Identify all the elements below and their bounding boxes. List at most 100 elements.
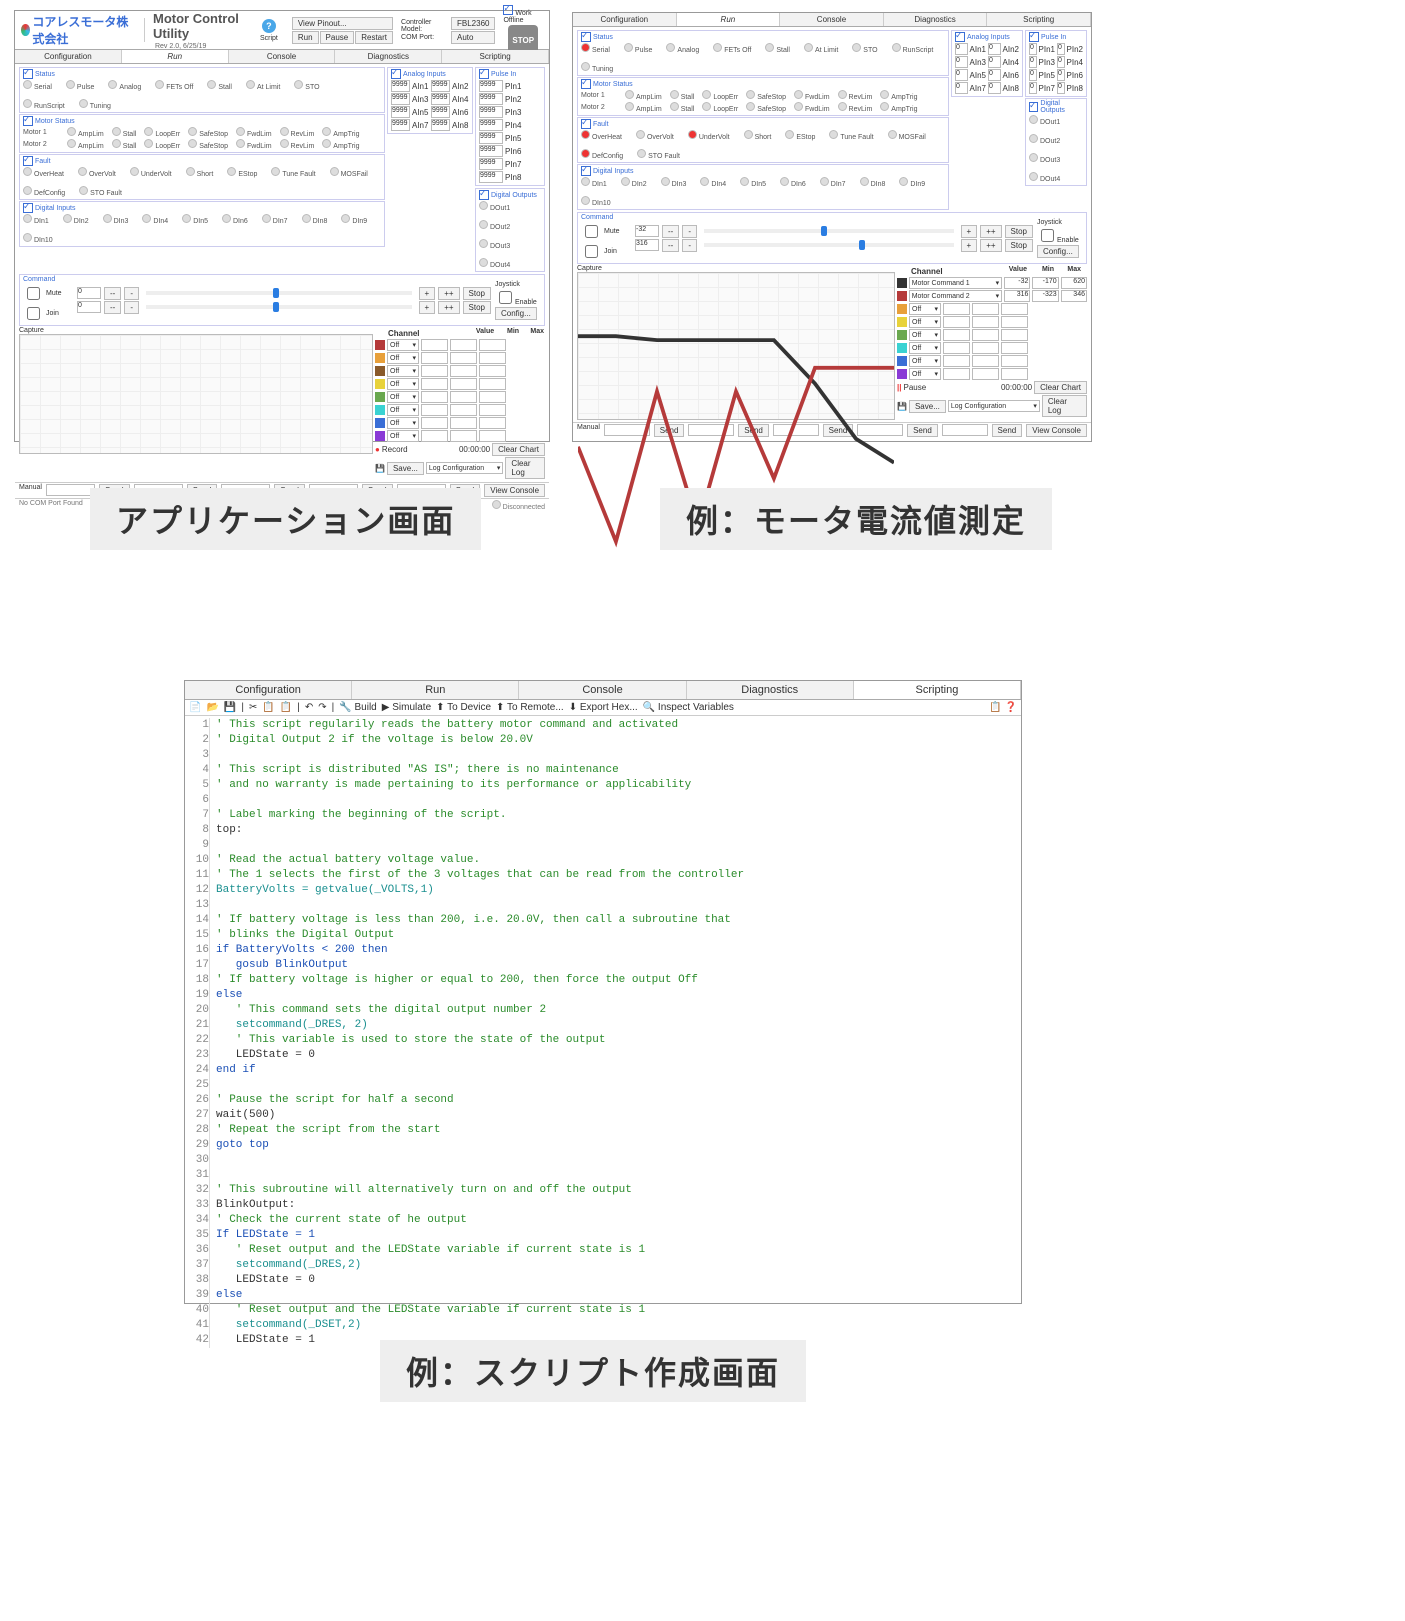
channel-row: Motor Command 2 ▾316-323346 — [897, 290, 1087, 302]
restart-button[interactable]: Restart — [355, 31, 393, 44]
code-editor[interactable]: 1' This script regularily reads the batt… — [185, 716, 1021, 1350]
cmd2-minus[interactable]: - — [124, 301, 139, 314]
script-toolbar: 📄 📂 💾 | ✂ 📋 📋 | ↶ ↷ | 🔧 Build ▶ Simulate… — [185, 700, 1021, 716]
script-tab-console[interactable]: Console — [519, 681, 686, 699]
led-analog: Analog — [666, 43, 699, 54]
led-din2: DIn2 — [63, 214, 89, 225]
cut-icon[interactable]: ✂ — [249, 702, 257, 713]
led-sto: STO — [294, 80, 319, 91]
tab-console-r[interactable]: Console — [780, 13, 884, 26]
build-button[interactable]: 🔧 Build — [339, 702, 376, 713]
clear-chart-button-r[interactable]: Clear Chart — [1034, 381, 1087, 394]
controller-model-select[interactable]: FBL2360 — [451, 17, 495, 30]
view-console-button[interactable]: View Console — [484, 484, 545, 497]
save-button-r[interactable]: Save... — [909, 400, 946, 413]
joystick-enable-r[interactable] — [1041, 229, 1054, 242]
script-tab-diagnostics[interactable]: Diagnostics — [687, 681, 854, 699]
com-port-select[interactable]: Auto — [451, 31, 495, 44]
led-tune fault: Tune Fault — [271, 167, 315, 178]
inspect-vars-button[interactable]: 🔍 Inspect Variables — [643, 702, 734, 713]
caption-right: 例：モータ電流値測定 — [660, 488, 1052, 550]
joystick-enable[interactable] — [499, 291, 512, 304]
join-checkbox[interactable] — [27, 307, 40, 320]
led-overheat: OverHeat — [23, 167, 64, 178]
save-icon[interactable]: 💾 — [224, 702, 236, 713]
led-din2: DIn2 — [621, 177, 647, 188]
script-tab-configuration[interactable]: Configuration — [185, 681, 352, 699]
cmd2-stop-r[interactable]: Stop — [1005, 239, 1033, 252]
cmd2-stop[interactable]: Stop — [463, 301, 491, 314]
tab-diagnostics[interactable]: Diagnostics — [335, 50, 442, 63]
led-analog: Analog — [108, 80, 141, 91]
cmd1-slider-r[interactable] — [704, 229, 954, 233]
led-sto: STO — [852, 43, 877, 54]
led-din8: DIn8 — [860, 177, 886, 188]
led-dout1: DOut1 — [1029, 115, 1060, 126]
clear-log-button[interactable]: Clear Log — [505, 457, 545, 479]
status-disconnected: Disconnected — [492, 500, 545, 511]
cmd2-value[interactable]: 0 — [77, 301, 101, 313]
cmd2-value-r[interactable]: 316 — [635, 239, 659, 251]
copy-icon[interactable]: 📋 — [262, 702, 274, 713]
log-config-select[interactable]: Log Configuration▾ — [426, 462, 504, 474]
tab-console[interactable]: Console — [229, 50, 336, 63]
joystick-config-button-r[interactable]: Config... — [1037, 245, 1079, 258]
manual-input-1[interactable] — [46, 484, 95, 496]
cmd1-stop-r[interactable]: Stop — [1005, 225, 1033, 238]
cmd1-plus[interactable]: + — [419, 287, 436, 300]
open-icon[interactable]: 📂 — [206, 702, 218, 713]
cmd1-inc[interactable]: ++ — [438, 287, 459, 300]
tab-configuration-r[interactable]: Configuration — [573, 13, 677, 26]
app-window-right: Configuration Run Console Diagnostics Sc… — [572, 12, 1092, 442]
view-console-button-r[interactable]: View Console — [1026, 424, 1087, 437]
led-dout1: DOut1 — [479, 201, 510, 212]
cmd2-inc[interactable]: ++ — [438, 301, 459, 314]
simulate-button[interactable]: ▶ Simulate — [382, 702, 431, 713]
redo-icon[interactable]: ↷ — [318, 702, 326, 713]
cmd2-dec[interactable]: -- — [104, 301, 121, 314]
to-device-button[interactable]: ⬆ To Device — [436, 702, 491, 713]
log-config-select-r[interactable]: Log Configuration▾ — [948, 400, 1040, 412]
joystick-config-button[interactable]: Config... — [495, 307, 537, 320]
motor-status-group: Motor Status Motor 1AmpLimStallLoopErrSa… — [19, 114, 385, 153]
join-checkbox-r[interactable] — [585, 245, 598, 258]
cmd1-minus[interactable]: - — [124, 287, 139, 300]
cmd1-stop[interactable]: Stop — [463, 287, 491, 300]
tab-scripting-r[interactable]: Scripting — [987, 13, 1091, 26]
mute-checkbox-r[interactable] — [585, 225, 598, 238]
paste-icon[interactable]: 📋 — [280, 702, 292, 713]
script-tab-run[interactable]: Run — [352, 681, 519, 699]
clear-chart-button[interactable]: Clear Chart — [492, 443, 545, 456]
cmd2-slider-r[interactable] — [704, 243, 954, 247]
led-serial: Serial — [23, 80, 52, 91]
export-hex-button[interactable]: ⬇ Export Hex... — [569, 702, 638, 713]
script-tab-scripting[interactable]: Scripting — [854, 681, 1021, 699]
tab-diagnostics-r[interactable]: Diagnostics — [884, 13, 988, 26]
new-icon[interactable]: 📄 — [189, 702, 201, 713]
to-remote-button[interactable]: ⬆ To Remote... — [496, 702, 564, 713]
mute-checkbox[interactable] — [27, 287, 40, 300]
led-fets off: FETs Off — [155, 80, 193, 91]
view-pinout-button[interactable]: View Pinout... — [292, 17, 393, 30]
cmd1-value-r[interactable]: -32 — [635, 225, 659, 237]
cmd1-dec[interactable]: -- — [104, 287, 121, 300]
save-button[interactable]: Save... — [387, 462, 424, 475]
cmd2-plus[interactable]: + — [419, 301, 436, 314]
script-badge[interactable]: ?Script — [260, 19, 278, 42]
clear-log-button-r[interactable]: Clear Log — [1042, 395, 1087, 417]
work-offline-checkbox[interactable] — [503, 5, 513, 15]
help-icon[interactable]: 📋 ❓ — [989, 702, 1017, 713]
led-din5: DIn5 — [740, 177, 766, 188]
tab-run-r[interactable]: Run — [677, 13, 781, 26]
run-button[interactable]: Run — [292, 31, 319, 44]
cmd1-slider[interactable] — [146, 291, 412, 295]
cmd1-value[interactable]: 0 — [77, 287, 101, 299]
tab-scripting[interactable]: Scripting — [442, 50, 549, 63]
led-undervolt: UnderVolt — [688, 130, 730, 141]
capture-chart-right — [577, 272, 895, 420]
undo-icon[interactable]: ↶ — [305, 702, 313, 713]
tab-run[interactable]: Run — [122, 50, 229, 63]
tab-configuration[interactable]: Configuration — [15, 50, 122, 63]
pause-button[interactable]: Pause — [320, 31, 355, 44]
cmd2-slider[interactable] — [146, 305, 412, 309]
